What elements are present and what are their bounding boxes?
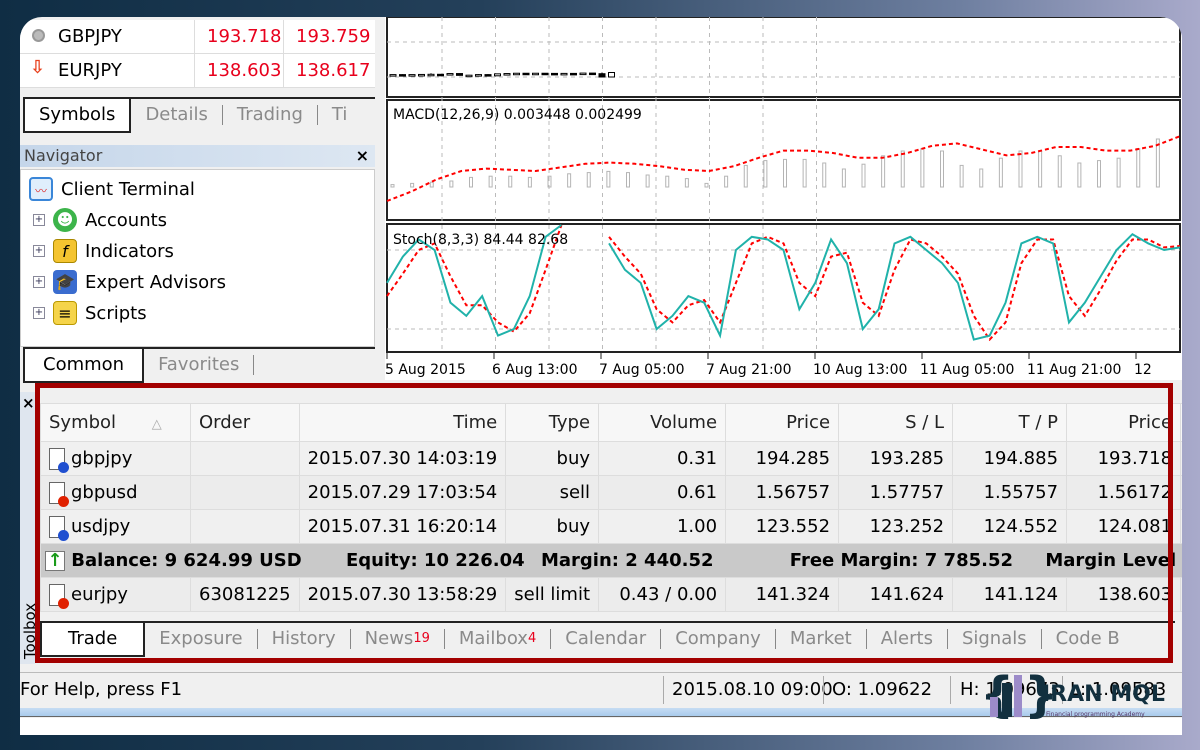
candle-body xyxy=(532,72,539,76)
macd-label: MACD(12,26,9) 0.003448 0.002499 xyxy=(393,107,642,123)
candle-body xyxy=(418,73,425,77)
candle-body xyxy=(570,72,577,76)
candle-body xyxy=(503,73,511,76)
close-icon[interactable]: × xyxy=(356,145,369,167)
candle-body xyxy=(598,73,606,78)
price-chart[interactable]: MACD(12,26,9) 0.003448 0.002499 Stoch(8,… xyxy=(385,17,1182,380)
tree-label: Indicators xyxy=(85,240,174,262)
candle-body xyxy=(465,74,473,78)
scroll-icon: ≡ xyxy=(53,301,77,325)
bid-price: 193.718 xyxy=(207,26,282,47)
expert-advisor-icon: 🎓 xyxy=(53,270,77,294)
accounts-icon: ☻ xyxy=(53,208,77,232)
tab-symbols[interactable]: Symbols xyxy=(23,99,132,133)
highlight-frame xyxy=(35,383,1173,663)
candle-body xyxy=(513,72,520,76)
down-arrow-icon: ⇩ xyxy=(30,57,46,78)
time-axis: 5 Aug 2015 6 Aug 13:00 7 Aug 05:00 7 Aug 21… xyxy=(385,360,1182,380)
tree-label: Expert Advisors xyxy=(85,271,226,293)
candle-body xyxy=(560,72,568,76)
close-icon[interactable]: × xyxy=(22,394,35,412)
terminal-icon: 〰 xyxy=(29,177,53,201)
time-label: 12 xyxy=(1134,362,1152,378)
time-label: 11 Aug 21:00 xyxy=(1027,362,1122,378)
tab-common[interactable]: Common xyxy=(23,349,145,383)
market-watch-row-gbpjpy[interactable]: GBPJPY 193.718 193.759 xyxy=(20,20,375,54)
navigator-tabs: Common Favorites xyxy=(23,347,375,383)
market-watch-tabs: Symbols Details Trading Ti xyxy=(23,97,375,133)
stoch-label: Stoch(8,3,3) 84.44 82.68 xyxy=(393,232,569,248)
candle-body xyxy=(551,72,558,76)
symbol-name: GBPJPY xyxy=(58,26,122,47)
tab-ticks[interactable]: Ti xyxy=(318,104,361,125)
navigator-header: Navigator × xyxy=(20,145,375,167)
candle-body xyxy=(389,74,397,77)
tree-item-expert-advisors[interactable]: + 🎓 Expert Advisors xyxy=(33,269,226,295)
candle-body xyxy=(589,72,596,76)
ask-price: 193.759 xyxy=(296,26,371,47)
tree-label: Accounts xyxy=(85,209,168,231)
toolbox-side: × Toolbox xyxy=(20,392,39,664)
time-label: 7 Aug 05:00 xyxy=(599,362,685,378)
bid-price: 138.603 xyxy=(207,60,282,81)
tree-item-indicators[interactable]: + f Indicators xyxy=(33,238,174,264)
candle-body xyxy=(437,73,444,77)
candle-body xyxy=(408,74,416,77)
candle-body xyxy=(608,72,615,78)
tab-details[interactable]: Details xyxy=(131,104,223,125)
chart-canvas[interactable] xyxy=(385,17,1182,380)
candle-body xyxy=(484,74,492,77)
mt4-window: GBPJPY 193.718 193.759 ⇩ EURJPY 138.603 … xyxy=(20,17,1182,735)
candle-body xyxy=(522,72,530,76)
candle-body xyxy=(446,73,454,76)
candle-body xyxy=(399,74,406,77)
tree-item-scripts[interactable]: + ≡ Scripts xyxy=(33,300,147,326)
bar-time: 2015.08.10 09:00 xyxy=(672,679,833,700)
candle-body xyxy=(475,74,482,77)
tree-label: Client Terminal xyxy=(61,178,195,200)
logo-text: IRAN MQL xyxy=(1042,682,1165,707)
expand-icon[interactable]: + xyxy=(33,214,45,226)
help-text: For Help, press F1 xyxy=(20,679,183,700)
time-label: 5 Aug 2015 xyxy=(385,362,466,378)
candle-body xyxy=(456,73,463,76)
expand-icon[interactable]: + xyxy=(33,276,45,288)
expand-icon[interactable]: + xyxy=(33,245,45,257)
navigator-tree: 〰 Client Terminal + ☻ Accounts + f Indic… xyxy=(20,169,375,347)
candle-body xyxy=(494,73,501,77)
tab-trading[interactable]: Trading xyxy=(223,104,318,125)
neutral-circle-icon xyxy=(32,29,45,42)
time-label: 11 Aug 05:00 xyxy=(920,362,1015,378)
time-label: 7 Aug 21:00 xyxy=(706,362,792,378)
expand-icon[interactable]: + xyxy=(33,307,45,319)
time-label: 10 Aug 13:00 xyxy=(813,362,908,378)
time-label: 6 Aug 13:00 xyxy=(492,362,578,378)
tab-favorites[interactable]: Favorites xyxy=(144,354,255,375)
candle-body xyxy=(427,73,435,77)
iranmql-logo: { } IRAN MQL Financial programming Acade… xyxy=(980,667,1165,723)
chart-panel xyxy=(386,17,1181,98)
ask-price: 138.617 xyxy=(296,60,371,81)
navigator-title: Navigator xyxy=(24,146,103,165)
symbol-name: EURJPY xyxy=(58,60,122,81)
bar-open: O: 1.09622 xyxy=(832,679,933,700)
tree-label: Scripts xyxy=(85,302,147,324)
market-watch-row-eurjpy[interactable]: ⇩ EURJPY 138.603 138.617 xyxy=(20,54,375,88)
candle-body xyxy=(541,72,549,76)
candle-body xyxy=(579,72,587,76)
logo-tagline: Financial programming Academy xyxy=(1046,711,1145,718)
tree-item-accounts[interactable]: + ☻ Accounts xyxy=(33,207,167,233)
tree-item-client-terminal[interactable]: 〰 Client Terminal xyxy=(29,176,195,202)
function-icon: f xyxy=(53,239,77,263)
